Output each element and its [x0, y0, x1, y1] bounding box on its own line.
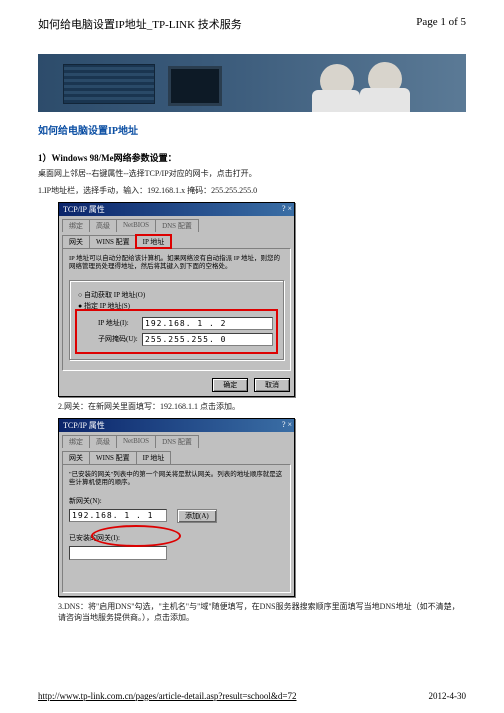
article-title: 如何给电脑设置IP地址 [38, 122, 466, 137]
d2-tab-ip[interactable]: IP 地址 [136, 451, 172, 464]
section3-line: 3.DNS：将"启用DNS"勾选，"主机名"与"域"随便填写，在DNS服务器搜索… [58, 601, 466, 623]
ip-input[interactable]: 192.168. 1 . 2 [142, 317, 273, 330]
section2-line: 2.网关：在新网关里面填写：192.168.1.1 点击添加。 [58, 401, 466, 412]
new-gw-label: 新网关(N): [69, 496, 284, 506]
tcpip-dialog-1: TCP/IP 属性 ? × 绑定 高级 NetBIOS DNS 配置 网关 WI… [58, 202, 295, 397]
d2-tab-netbios[interactable]: NetBIOS [116, 435, 156, 448]
dialog1-titlebar: TCP/IP 属性 ? × [59, 203, 294, 216]
d2-tab-bind[interactable]: 绑定 [62, 435, 90, 448]
d2-tab-gateway[interactable]: 网关 [62, 451, 90, 464]
help-close-icons-2: ? × [282, 420, 292, 429]
radio-manual-ip[interactable]: 指定 IP 地址(S) [78, 301, 275, 311]
d2-tab-adv[interactable]: 高级 [89, 435, 117, 448]
tab-netbios[interactable]: NetBIOS [116, 219, 156, 232]
tab-gateway[interactable]: 网关 [62, 235, 90, 248]
dialog2-desc: "已安装的网关"列表中的第一个网关将是默认网关。列表的地址顺序就是这些计算机使用… [69, 471, 284, 488]
dialog2-titlebar: TCP/IP 属性 ? × [59, 419, 294, 432]
new-gw-input[interactable]: 192.168. 1 . 1 [69, 509, 167, 522]
footer-url: http://www.tp-link.com.cn/pages/article-… [38, 691, 297, 701]
dialog1-desc: IP 地址可以自动分配给该计算机。如果网络没有自动指派 IP 地址，则您的网络管… [69, 255, 284, 272]
cancel-button[interactable]: 取消 [254, 378, 290, 392]
page-number: Page 1 of 5 [416, 16, 466, 32]
ip-label: IP 地址(I): [98, 318, 142, 328]
banner-image [38, 54, 466, 112]
tab-bind[interactable]: 绑定 [62, 219, 90, 232]
d2-tab-dns[interactable]: DNS 配置 [155, 435, 199, 448]
add-button[interactable]: 添加(A) [177, 509, 217, 523]
section1-heading: 1）Windows 98/Me网络参数设置： [38, 151, 466, 164]
help-close-icons: ? × [282, 204, 292, 213]
dialog2-title: TCP/IP 属性 [63, 421, 105, 430]
radio-auto-ip[interactable]: 自动获取 IP 地址(O) [78, 290, 275, 300]
mask-label: 子网掩码(U): [98, 334, 142, 344]
ok-button[interactable]: 确定 [212, 378, 248, 392]
section1-line1: 桌面网上邻居--右键属性--选择TCP/IP对应的网卡，点击打开。 [38, 168, 466, 179]
footer-date: 2012-4-30 [429, 691, 467, 701]
tcpip-dialog-2: TCP/IP 属性 ? × 绑定 高级 NetBIOS DNS 配置 网关 WI… [58, 418, 295, 597]
section1-line2: 1.IP地址栏，选择手动，输入：192.168.1.x 掩码：255.255.2… [38, 185, 466, 196]
d2-tab-wins[interactable]: WINS 配置 [89, 451, 137, 464]
dialog1-title: TCP/IP 属性 [63, 205, 105, 214]
tab-wins[interactable]: WINS 配置 [89, 235, 137, 248]
installed-gw-label: 已安装的网关(I): [69, 533, 284, 543]
tab-ipaddress[interactable]: IP 地址 [136, 235, 172, 248]
tab-advanced[interactable]: 高级 [89, 219, 117, 232]
page-title: 如何给电脑设置IP地址_TP-LINK 技术服务 [38, 16, 242, 32]
installed-gw-list[interactable] [69, 546, 167, 560]
tab-dns[interactable]: DNS 配置 [155, 219, 199, 232]
mask-input[interactable]: 255.255.255. 0 [142, 333, 273, 346]
